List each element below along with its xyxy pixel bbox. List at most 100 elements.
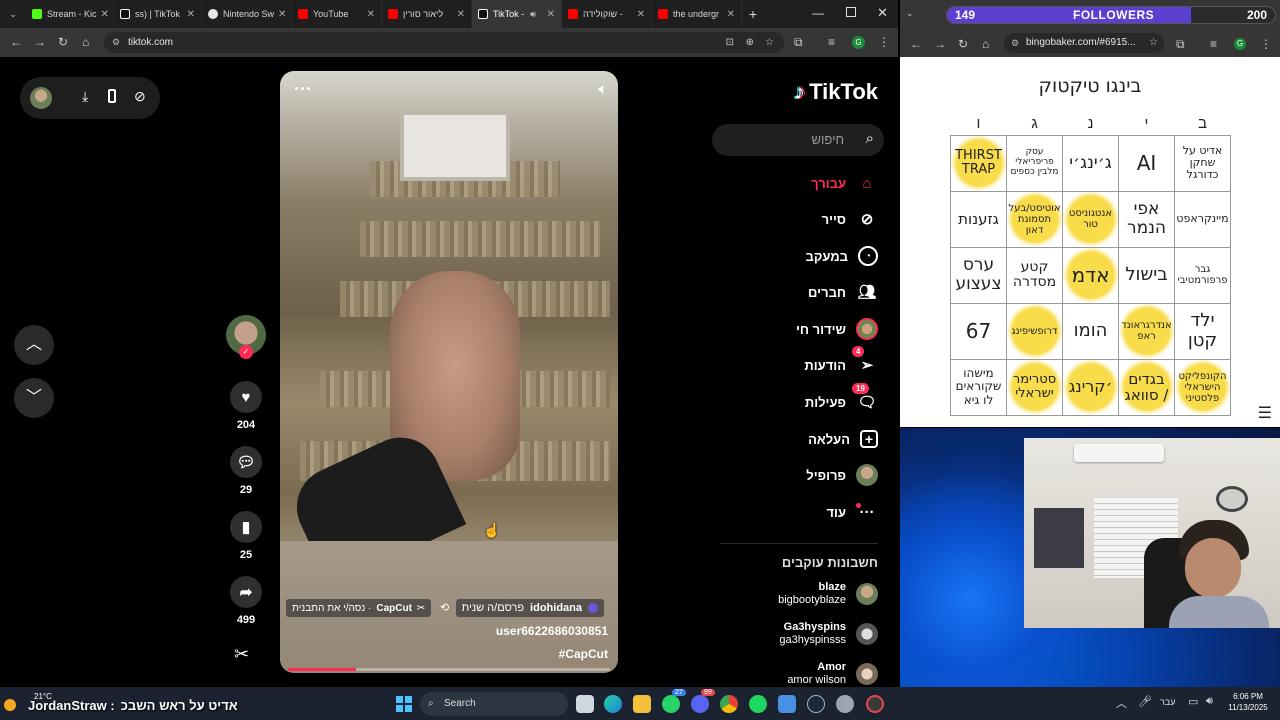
settings-icon[interactable]: [836, 695, 854, 713]
author-avatar[interactable]: ✓: [226, 315, 266, 359]
tab-nintendo[interactable]: Nintendo Sw ✕: [202, 0, 292, 28]
close-icon[interactable]: ✕: [633, 9, 645, 20]
bingo-cell[interactable]: מיינקראפט: [1174, 190, 1231, 248]
close-icon[interactable]: ✕: [543, 9, 555, 20]
show-hidden-icons[interactable]: ︿: [1116, 695, 1127, 711]
bingo-cell[interactable]: בישול: [1118, 246, 1175, 304]
phone-icon[interactable]: [108, 89, 116, 103]
menu-icon[interactable]: ⋮: [878, 35, 890, 49]
close-window-button[interactable]: ✕: [877, 5, 888, 21]
chrome-icon[interactable]: [720, 695, 738, 713]
zoom-icon[interactable]: ⊕: [746, 32, 754, 53]
file-explorer-icon[interactable]: [633, 695, 651, 713]
taskbar-search[interactable]: ⌕ Search: [420, 692, 568, 716]
video-author[interactable]: user6622686030851: [496, 624, 608, 638]
bingo-cell[interactable]: גבר פרפורמטיבי: [1174, 246, 1231, 304]
bingo-cell[interactable]: ׳קרינג: [1062, 358, 1119, 416]
bingo-cell[interactable]: דרופשיפינג: [1006, 302, 1063, 360]
previous-video-button[interactable]: ︿: [14, 325, 54, 365]
tab-tiktok-1[interactable]: ss) | TikTok ✕: [114, 0, 202, 28]
nav-live[interactable]: שידור חי: [796, 317, 878, 341]
bingo-cell[interactable]: הומו: [1062, 302, 1119, 360]
spotify-icon[interactable]: [749, 695, 767, 713]
like-button[interactable]: ♥ 204: [226, 381, 266, 431]
bingo-cell[interactable]: אוטיסט/בעל תסמונת דאון: [1006, 190, 1063, 248]
close-icon[interactable]: ✕: [183, 9, 195, 20]
task-view-icon[interactable]: [576, 695, 594, 713]
bingo-cell[interactable]: בגדים סוואג /: [1118, 358, 1175, 416]
home-icon[interactable]: ⌂: [82, 35, 89, 49]
tab-youtube-4[interactable]: the undergr ✕: [652, 0, 742, 28]
forward-icon[interactable]: →: [934, 37, 946, 51]
nav-profile[interactable]: פרופיל: [806, 463, 878, 487]
nav-upload[interactable]: העלאה +: [808, 427, 878, 451]
minimize-button[interactable]: —: [812, 6, 824, 20]
tab-youtube-3[interactable]: שוקולידה - ✕: [562, 0, 652, 28]
bingo-cell[interactable]: ערס צעצוע: [950, 246, 1007, 304]
stitch-chip[interactable]: פרסם/ה שנית idohidana: [455, 599, 604, 617]
bingo-cell[interactable]: סטרימר ישראלי: [1006, 358, 1063, 416]
new-tab-button[interactable]: +: [742, 6, 764, 22]
nav-more[interactable]: עוד ···: [826, 500, 878, 524]
volume-icon[interactable]: 🔊︎: [1206, 695, 1213, 708]
nav-messages[interactable]: הודעות ➢ 4: [804, 346, 878, 377]
maximize-button[interactable]: [846, 7, 856, 17]
menu-icon[interactable]: ⋮: [1260, 37, 1272, 51]
tab-search-button[interactable]: ⌄: [0, 0, 26, 28]
capcut-chip[interactable]: נסה/י את התבנית · CapCut ✂: [286, 599, 432, 617]
tab-search-icon[interactable]: ≡: [1210, 37, 1217, 51]
next-video-button[interactable]: ﹀: [14, 378, 54, 418]
audio-icon[interactable]: 🔊︎: [530, 9, 536, 20]
close-icon[interactable]: ✕: [274, 9, 286, 20]
bingo-cell[interactable]: גזענות: [950, 190, 1007, 248]
bingo-cell[interactable]: ילד קטן: [1174, 302, 1231, 360]
microphone-icon[interactable]: 🎤︎: [1138, 695, 1152, 708]
steam-icon[interactable]: [807, 695, 825, 713]
clock[interactable]: 6:06 PM 11/13/2025: [1226, 691, 1270, 713]
bookmark-star-icon[interactable]: ☆: [765, 32, 774, 53]
capcut-icon[interactable]: ✂: [234, 644, 249, 665]
bingo-cell[interactable]: THIRST TRAP: [950, 134, 1007, 192]
back-icon[interactable]: ←: [910, 37, 922, 51]
tab-kick[interactable]: Stream - Kic ✕: [26, 0, 114, 28]
bingo-cell[interactable]: הקונפליקט הישראלי פלסטיני: [1174, 358, 1231, 416]
profile-avatar[interactable]: G: [1234, 38, 1246, 50]
site-info-icon[interactable]: ⚙: [1011, 33, 1019, 53]
close-icon[interactable]: ✕: [453, 9, 465, 20]
bingo-cell[interactable]: מישהו שקוראים לו גיא: [950, 358, 1007, 416]
edge-icon[interactable]: [604, 695, 622, 713]
following-account[interactable]: blaze bigbootyblaze: [778, 581, 878, 607]
home-icon[interactable]: ⌂: [982, 37, 989, 51]
video-player[interactable]: ··· 🔈︎ פרסם/ה שנית idohidana ⟲ נסה/י את …: [280, 71, 618, 673]
download-icon[interactable]: ⤓: [82, 88, 88, 105]
avatar[interactable]: [30, 87, 52, 109]
bingo-cell[interactable]: קטע מסדרה: [1006, 246, 1063, 304]
bingo-cell[interactable]: אדיט על שחקן כדורגל: [1174, 134, 1231, 192]
video-progress-track[interactable]: [288, 668, 610, 671]
url-field[interactable]: ⚙ bingobaker.com/#6915... ☆: [1004, 33, 1164, 53]
extensions-icon[interactable]: ⧉: [1176, 37, 1185, 52]
bingo-cell[interactable]: אנטגוניסט טור: [1062, 190, 1119, 248]
follow-check-icon[interactable]: ✓: [239, 345, 253, 359]
tab-tiktok-active[interactable]: TikTok - 🔊︎ ✕: [472, 0, 562, 28]
nav-explore[interactable]: סייר ⊘: [822, 207, 878, 231]
close-icon[interactable]: ✕: [723, 9, 735, 20]
save-button[interactable]: ▮ 25: [226, 511, 266, 561]
network-icon[interactable]: ▭: [1188, 695, 1198, 708]
tiktok-logo[interactable]: ♪ TikTok: [794, 79, 878, 105]
install-icon[interactable]: ⊡: [726, 32, 734, 53]
bingo-cell[interactable]: אנדרגראונד ראפ: [1118, 302, 1175, 360]
tab-youtube-2[interactable]: ליאור סורין ✕: [382, 0, 472, 28]
nav-activity[interactable]: פעילות 🗨︎ 19: [805, 383, 878, 414]
url-field[interactable]: ⚙ tiktok.com ⊡ ⊕ ☆: [104, 32, 784, 53]
bookmark-star-icon[interactable]: ☆: [1149, 33, 1158, 53]
language-indicator[interactable]: עבר: [1160, 697, 1175, 707]
bingo-cell[interactable]: AI: [1118, 134, 1175, 192]
following-account[interactable]: Ga3hyspins ga3hyspinsss: [779, 621, 878, 647]
share-button[interactable]: ➦ 499: [226, 576, 266, 626]
site-info-icon[interactable]: ⚙: [112, 32, 120, 53]
search-icon[interactable]: ⌕: [866, 130, 874, 147]
tab-search-button[interactable]: ⌄: [906, 8, 914, 19]
profile-avatar[interactable]: G: [852, 36, 865, 49]
search-input[interactable]: חיפוש ⌕: [712, 124, 884, 156]
